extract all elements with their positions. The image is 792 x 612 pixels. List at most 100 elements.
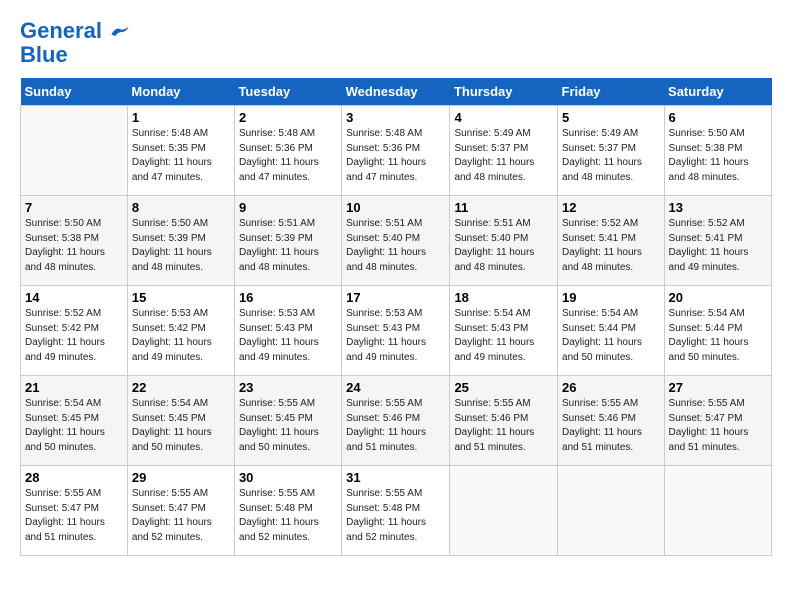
day-info: Sunrise: 5:55 AM Sunset: 5:47 PM Dayligh… bbox=[25, 487, 123, 545]
cell-w4d5: 25 Sunrise: 5:55 AM Sunset: 5:46 PM Dayli… bbox=[450, 376, 558, 466]
day-info: Sunrise: 5:54 AM Sunset: 5:45 PM Dayligh… bbox=[132, 397, 230, 455]
cell-w3d7: 20 Sunrise: 5:54 AM Sunset: 5:44 PM Dayli… bbox=[664, 286, 771, 376]
day-number: 5 bbox=[562, 110, 660, 125]
logo-blue: Blue bbox=[20, 42, 68, 67]
cell-w5d3: 30Sunrise: 5:55 AM Sunset: 5:48 PM Dayli… bbox=[234, 466, 341, 556]
day-info: Sunrise: 5:50 AM Sunset: 5:38 PM Dayligh… bbox=[669, 127, 767, 185]
week-row-3: 14 Sunrise: 5:52 AM Sunset: 5:42 PM Dayli… bbox=[21, 286, 772, 376]
week-row-1: 1 Sunrise: 5:48 AM Sunset: 5:35 PM Daylig… bbox=[21, 106, 772, 196]
cell-w2d4: 10 Sunrise: 5:51 AM Sunset: 5:40 PM Dayli… bbox=[342, 196, 450, 286]
day-info: Sunrise: 5:49 AM Sunset: 5:37 PM Dayligh… bbox=[562, 127, 660, 185]
day-number: 22 bbox=[132, 380, 230, 395]
cell-w2d1: 7 Sunrise: 5:50 AM Sunset: 5:38 PM Daylig… bbox=[21, 196, 128, 286]
day-number: 26 bbox=[562, 380, 660, 395]
day-number: 31 bbox=[346, 470, 445, 485]
day-info: Sunrise: 5:52 AM Sunset: 5:42 PM Dayligh… bbox=[25, 307, 123, 365]
cell-w2d5: 11 Sunrise: 5:51 AM Sunset: 5:40 PM Dayli… bbox=[450, 196, 558, 286]
day-number: 8 bbox=[132, 200, 230, 215]
day-number: 13 bbox=[669, 200, 767, 215]
day-number: 11 bbox=[454, 200, 553, 215]
cell-w4d6: 26 Sunrise: 5:55 AM Sunset: 5:46 PM Dayli… bbox=[558, 376, 665, 466]
day-info: Sunrise: 5:55 AM Sunset: 5:46 PM Dayligh… bbox=[562, 397, 660, 455]
day-info: Sunrise: 5:51 AM Sunset: 5:39 PM Dayligh… bbox=[239, 217, 337, 275]
logo: General Blue bbox=[20, 20, 130, 68]
cell-w5d1: 28 Sunrise: 5:55 AM Sunset: 5:47 PM Dayli… bbox=[21, 466, 128, 556]
day-info: Sunrise: 5:51 AM Sunset: 5:40 PM Dayligh… bbox=[346, 217, 445, 275]
cell-w3d6: 19 Sunrise: 5:54 AM Sunset: 5:44 PM Dayli… bbox=[558, 286, 665, 376]
cell-w3d3: 16 Sunrise: 5:53 AM Sunset: 5:43 PM Dayli… bbox=[234, 286, 341, 376]
day-number: 12 bbox=[562, 200, 660, 215]
day-number: 16 bbox=[239, 290, 337, 305]
day-info: Sunrise: 5:54 AM Sunset: 5:44 PM Dayligh… bbox=[562, 307, 660, 365]
day-info: Sunrise: 5:50 AM Sunset: 5:38 PM Dayligh… bbox=[25, 217, 123, 275]
week-row-5: 28 Sunrise: 5:55 AM Sunset: 5:47 PM Dayli… bbox=[21, 466, 772, 556]
day-info: Sunrise: 5:55 AM Sunset: 5:48 PM Dayligh… bbox=[346, 487, 445, 545]
header-wednesday: Wednesday bbox=[342, 78, 450, 106]
day-number: 7 bbox=[25, 200, 123, 215]
day-info: Sunrise: 5:55 AM Sunset: 5:46 PM Dayligh… bbox=[454, 397, 553, 455]
day-info: Sunrise: 5:54 AM Sunset: 5:44 PM Dayligh… bbox=[669, 307, 767, 365]
header-sunday: Sunday bbox=[21, 78, 128, 106]
cell-w4d7: 27 Sunrise: 5:55 AM Sunset: 5:47 PM Dayli… bbox=[664, 376, 771, 466]
cell-w3d2: 15 Sunrise: 5:53 AM Sunset: 5:42 PM Dayli… bbox=[127, 286, 234, 376]
cell-w5d6 bbox=[558, 466, 665, 556]
cell-w1d6: 5 Sunrise: 5:49 AM Sunset: 5:37 PM Daylig… bbox=[558, 106, 665, 196]
day-info: Sunrise: 5:55 AM Sunset: 5:47 PM Dayligh… bbox=[669, 397, 767, 455]
cell-w1d3: 2Sunrise: 5:48 AM Sunset: 5:36 PM Daylig… bbox=[234, 106, 341, 196]
cell-w3d5: 18 Sunrise: 5:54 AM Sunset: 5:43 PM Dayli… bbox=[450, 286, 558, 376]
day-number: 1 bbox=[132, 110, 230, 125]
day-number: 20 bbox=[669, 290, 767, 305]
day-number: 18 bbox=[454, 290, 553, 305]
day-info: Sunrise: 5:53 AM Sunset: 5:43 PM Dayligh… bbox=[239, 307, 337, 365]
day-number: 21 bbox=[25, 380, 123, 395]
cell-w1d5: 4 Sunrise: 5:49 AM Sunset: 5:37 PM Daylig… bbox=[450, 106, 558, 196]
cell-w1d4: 3Sunrise: 5:48 AM Sunset: 5:36 PM Daylig… bbox=[342, 106, 450, 196]
page-header: General Blue bbox=[20, 20, 772, 68]
day-number: 10 bbox=[346, 200, 445, 215]
cell-w5d2: 29Sunrise: 5:55 AM Sunset: 5:47 PM Dayli… bbox=[127, 466, 234, 556]
cell-w1d1 bbox=[21, 106, 128, 196]
day-number: 28 bbox=[25, 470, 123, 485]
day-info: Sunrise: 5:50 AM Sunset: 5:39 PM Dayligh… bbox=[132, 217, 230, 275]
cell-w5d5 bbox=[450, 466, 558, 556]
day-info: Sunrise: 5:51 AM Sunset: 5:40 PM Dayligh… bbox=[454, 217, 553, 275]
day-number: 25 bbox=[454, 380, 553, 395]
day-info: Sunrise: 5:55 AM Sunset: 5:45 PM Dayligh… bbox=[239, 397, 337, 455]
header-thursday: Thursday bbox=[450, 78, 558, 106]
cell-w2d6: 12Sunrise: 5:52 AM Sunset: 5:41 PM Dayli… bbox=[558, 196, 665, 286]
day-number: 3 bbox=[346, 110, 445, 125]
day-number: 15 bbox=[132, 290, 230, 305]
day-info: Sunrise: 5:48 AM Sunset: 5:35 PM Dayligh… bbox=[132, 127, 230, 185]
cell-w4d3: 23Sunrise: 5:55 AM Sunset: 5:45 PM Dayli… bbox=[234, 376, 341, 466]
day-info: Sunrise: 5:53 AM Sunset: 5:42 PM Dayligh… bbox=[132, 307, 230, 365]
calendar-header-row: Sunday Monday Tuesday Wednesday Thursday… bbox=[21, 78, 772, 106]
cell-w1d7: 6 Sunrise: 5:50 AM Sunset: 5:38 PM Daylig… bbox=[664, 106, 771, 196]
week-row-4: 21 Sunrise: 5:54 AM Sunset: 5:45 PM Dayli… bbox=[21, 376, 772, 466]
day-info: Sunrise: 5:49 AM Sunset: 5:37 PM Dayligh… bbox=[454, 127, 553, 185]
week-row-2: 7 Sunrise: 5:50 AM Sunset: 5:38 PM Daylig… bbox=[21, 196, 772, 286]
calendar-body: 1 Sunrise: 5:48 AM Sunset: 5:35 PM Daylig… bbox=[21, 106, 772, 556]
cell-w4d2: 22 Sunrise: 5:54 AM Sunset: 5:45 PM Dayli… bbox=[127, 376, 234, 466]
day-info: Sunrise: 5:54 AM Sunset: 5:43 PM Dayligh… bbox=[454, 307, 553, 365]
calendar-table: Sunday Monday Tuesday Wednesday Thursday… bbox=[20, 78, 772, 556]
cell-w3d4: 17Sunrise: 5:53 AM Sunset: 5:43 PM Dayli… bbox=[342, 286, 450, 376]
day-number: 29 bbox=[132, 470, 230, 485]
day-number: 24 bbox=[346, 380, 445, 395]
day-number: 27 bbox=[669, 380, 767, 395]
cell-w2d2: 8 Sunrise: 5:50 AM Sunset: 5:39 PM Daylig… bbox=[127, 196, 234, 286]
cell-w4d4: 24Sunrise: 5:55 AM Sunset: 5:46 PM Dayli… bbox=[342, 376, 450, 466]
day-number: 4 bbox=[454, 110, 553, 125]
cell-w5d4: 31 Sunrise: 5:55 AM Sunset: 5:48 PM Dayli… bbox=[342, 466, 450, 556]
cell-w5d7 bbox=[664, 466, 771, 556]
header-tuesday: Tuesday bbox=[234, 78, 341, 106]
cell-w2d3: 9 Sunrise: 5:51 AM Sunset: 5:39 PM Daylig… bbox=[234, 196, 341, 286]
day-number: 19 bbox=[562, 290, 660, 305]
day-info: Sunrise: 5:53 AM Sunset: 5:43 PM Dayligh… bbox=[346, 307, 445, 365]
cell-w2d7: 13Sunrise: 5:52 AM Sunset: 5:41 PM Dayli… bbox=[664, 196, 771, 286]
day-number: 6 bbox=[669, 110, 767, 125]
day-number: 9 bbox=[239, 200, 337, 215]
day-number: 14 bbox=[25, 290, 123, 305]
cell-w4d1: 21Sunrise: 5:54 AM Sunset: 5:45 PM Dayli… bbox=[21, 376, 128, 466]
cell-w1d2: 1 Sunrise: 5:48 AM Sunset: 5:35 PM Daylig… bbox=[127, 106, 234, 196]
day-info: Sunrise: 5:55 AM Sunset: 5:48 PM Dayligh… bbox=[239, 487, 337, 545]
